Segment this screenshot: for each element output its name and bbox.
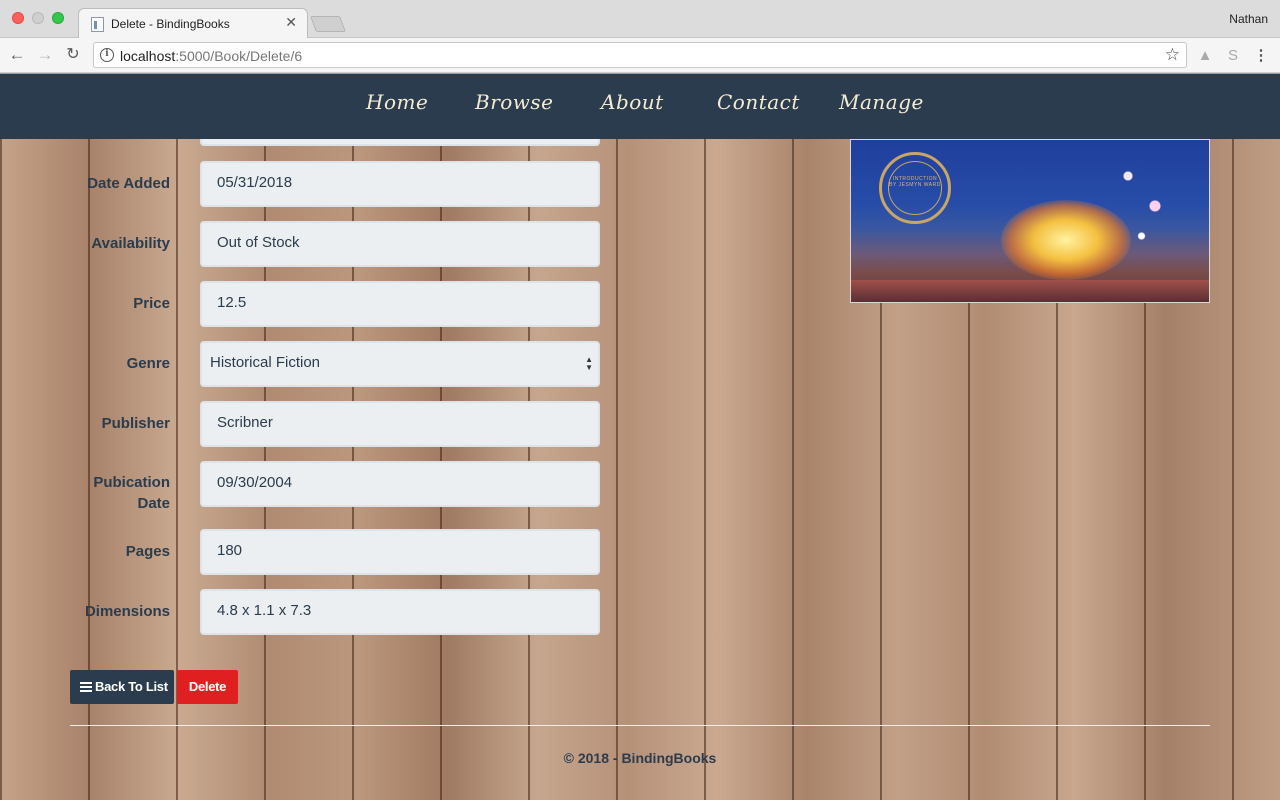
address-bar[interactable]: i localhost:5000/Book/Delete/6 ☆ [93,42,1187,68]
price-input[interactable]: 12.5 [200,281,600,327]
minimize-window-button[interactable] [32,12,44,24]
list-icon [80,682,92,692]
book-cover-image: INTRODUCTION BY JESMYN WARD [850,139,1210,303]
page-favicon-icon [91,17,104,32]
pages-input[interactable]: 180 [200,529,600,575]
url-path: :5000/Book/Delete/6 [175,48,303,64]
forward-arrow-icon[interactable]: → [34,44,56,66]
browser-tab[interactable]: Delete - BindingBooks ✕ [78,8,308,38]
field-label: Pages [125,543,170,560]
nav-about-link[interactable]: About [601,90,664,114]
availability-input[interactable]: Out of Stock [200,221,600,267]
cover-seal-text: INTRODUCTION BY JESMYN WARD [888,161,942,215]
tab-close-icon[interactable]: ✕ [285,14,297,31]
footer-copyright: © 2018 - BindingBooks [563,750,717,766]
field-label: Publisher [101,415,170,432]
publisher-input[interactable]: Scribner [200,401,600,447]
nav-contact-link[interactable]: Contact [717,90,800,114]
partial-field-input[interactable] [200,138,600,146]
site-info-icon[interactable]: i [100,48,114,62]
field-label: Genre [126,355,170,372]
new-tab-button[interactable] [310,16,346,32]
nav-browse-link[interactable]: Browse [475,90,554,114]
nav-home-link[interactable]: Home [366,90,428,114]
field-label: Date Added [87,175,170,192]
cover-road [851,280,1209,302]
field-label: Pubication Date [93,474,170,512]
drive-extension-icon[interactable]: ▲ [1196,47,1214,65]
field-label: Availability [91,235,170,252]
page-content: Home Browse About Contact Manage Date Ad… [0,74,1280,800]
browser-titlebar: Delete - BindingBooks ✕ Nathan [0,0,1280,38]
back-to-list-label: Back To List [95,679,168,694]
cover-lights [1101,140,1191,260]
select-arrows-icon: ▲ ▼ [585,355,593,372]
close-window-button[interactable] [12,12,24,24]
field-label: Dimensions [84,603,170,620]
publication-date-input[interactable]: 09/30/2004 [200,461,600,507]
genre-select[interactable]: Historical Fiction ▲ ▼ [200,341,600,387]
maximize-window-button[interactable] [52,12,64,24]
back-arrow-icon[interactable]: ← [6,44,28,66]
profile-name[interactable]: Nathan [1229,12,1268,26]
dimensions-input[interactable]: 4.8 x 1.1 x 7.3 [200,589,600,635]
url-host: localhost [120,48,176,64]
back-to-list-button[interactable]: Back To List [70,670,174,704]
nav-manage-link[interactable]: Manage [839,90,924,114]
field-label: Price [133,295,170,312]
browser-toolbar: ← → ↻ i localhost:5000/Book/Delete/6 ☆ ▲… [0,38,1280,73]
tab-title: Delete - BindingBooks [111,17,230,31]
reload-icon[interactable]: ↻ [62,44,84,66]
browser-menu-icon[interactable]: ⋮ [1252,47,1270,65]
cover-seal: INTRODUCTION BY JESMYN WARD [879,152,951,224]
bookmark-star-icon[interactable]: ☆ [1165,45,1180,65]
delete-button[interactable]: Delete [177,670,238,704]
genre-selected-value: Historical Fiction [210,354,321,371]
footer-divider [70,725,1210,726]
skype-extension-icon[interactable]: S [1224,47,1242,65]
date-added-input[interactable]: 05/31/2018 [200,161,600,207]
site-navbar: Home Browse About Contact Manage [0,74,1280,139]
url-text[interactable]: localhost:5000/Book/Delete/6 [120,48,302,64]
